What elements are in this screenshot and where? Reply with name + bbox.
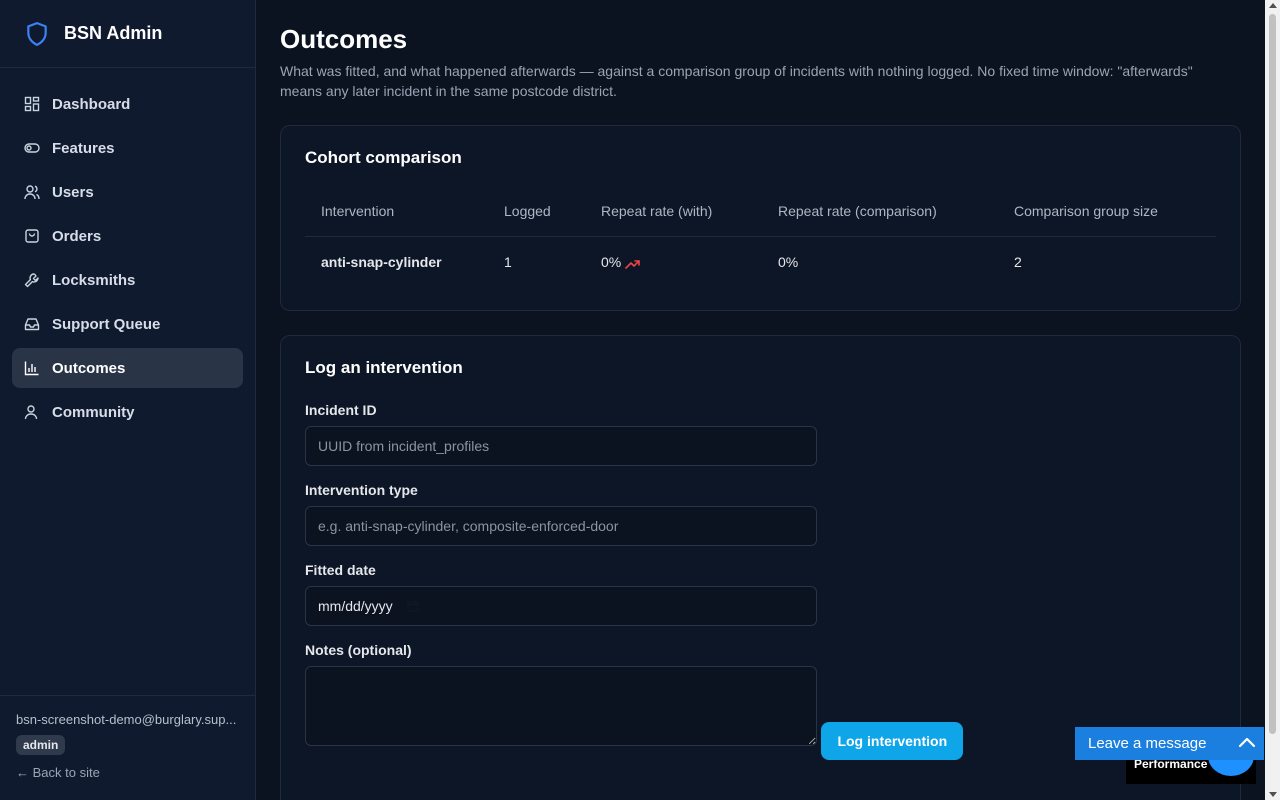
- cell-repeat-comparison: 0%: [778, 254, 799, 271]
- page-scrollbar[interactable]: [1265, 0, 1280, 800]
- sidebar-item-dashboard[interactable]: Dashboard: [12, 84, 243, 124]
- notes-label: Notes (optional): [305, 642, 412, 658]
- bag-icon: [25, 229, 39, 243]
- back-to-site-link[interactable]: ← Back to site: [16, 765, 240, 780]
- leave-message-button[interactable]: Leave a message: [1075, 727, 1264, 760]
- fitted-date-input[interactable]: mm/dd/yyyy: [305, 586, 817, 626]
- fitted-date-label: Fitted date: [305, 562, 376, 578]
- sidebar-item-users[interactable]: Users: [12, 172, 243, 212]
- intervention-type-input[interactable]: [305, 506, 817, 546]
- shield-icon: [27, 21, 47, 46]
- sidebar-item-community[interactable]: Community: [12, 392, 243, 432]
- inbox-icon: [24, 318, 40, 331]
- sidebar-footer: bsn-screenshot-demo@burglary.sup... admi…: [0, 695, 256, 800]
- toggle-icon: [24, 143, 40, 153]
- cell-group-size: 2: [1014, 254, 1022, 271]
- dashboard-icon: [24, 96, 40, 112]
- cell-intervention: anti-snap-cylinder: [321, 254, 442, 271]
- sidebar-item-label: Support Queue: [52, 315, 161, 333]
- notes-textarea[interactable]: [305, 666, 817, 746]
- sidebar-item-label: Orders: [52, 227, 102, 245]
- scrollbar-thumb[interactable]: [1269, 14, 1276, 734]
- cell-logged: 1: [504, 254, 512, 271]
- cell-repeat-with-wrap: 0%: [585, 236, 762, 288]
- incident-id-input[interactable]: [305, 426, 817, 466]
- intervention-type-label: Intervention type: [305, 482, 418, 498]
- users-icon: [24, 185, 40, 200]
- column-header: Repeat rate (with): [585, 186, 762, 237]
- chevron-up-icon: [1238, 737, 1256, 748]
- cell-repeat-with: 0%: [601, 254, 622, 271]
- sidebar-item-features[interactable]: Features: [12, 128, 243, 168]
- sidebar-item-label: Dashboard: [52, 95, 131, 113]
- scroll-down-arrow-icon[interactable]: [1269, 792, 1277, 797]
- brand[interactable]: BSN Admin: [0, 0, 255, 68]
- sidebar: BSN Admin Dashboard Features Users Order…: [0, 0, 256, 800]
- sidebar-item-label: Locksmiths: [52, 271, 136, 289]
- form-title: Log an intervention: [305, 358, 463, 377]
- page-title: Outcomes: [280, 24, 408, 54]
- sidebar-item-label: Outcomes: [52, 359, 126, 377]
- role-badge: admin: [16, 735, 66, 755]
- main-content: Outcomes What was fitted, and what happe…: [280, 0, 1241, 800]
- page-description: What was fitted, and what happened after…: [280, 63, 1193, 99]
- incident-id-label: Incident ID: [305, 402, 377, 418]
- sidebar-nav: Dashboard Features Users Orders Locksmit…: [0, 68, 255, 452]
- trending-up-icon: [625, 259, 641, 269]
- column-header: Comparison group size: [998, 186, 1216, 237]
- user-email: bsn-screenshot-demo@burglary.sup...: [16, 712, 237, 727]
- leave-message-label: Leave a message: [1088, 735, 1207, 752]
- user-icon: [24, 405, 38, 420]
- sidebar-item-locksmiths[interactable]: Locksmiths: [12, 260, 243, 300]
- bar-chart-icon: [24, 361, 39, 376]
- sidebar-item-label: Community: [52, 403, 135, 421]
- wrench-icon: [24, 273, 39, 288]
- table-header-row: Intervention Logged Repeat rate (with) R…: [305, 186, 1216, 237]
- column-header: Repeat rate (comparison): [762, 186, 998, 237]
- sidebar-item-label: Features: [52, 139, 115, 157]
- column-header: Intervention: [305, 186, 488, 237]
- scroll-up-arrow-icon[interactable]: [1269, 3, 1277, 8]
- date-placeholder: mm/dd/yyyy: [318, 598, 393, 614]
- sidebar-item-outcomes[interactable]: Outcomes: [12, 348, 243, 388]
- cohort-comparison-card: Cohort comparison Intervention Logged Re…: [280, 125, 1241, 311]
- sidebar-item-orders[interactable]: Orders: [12, 216, 243, 256]
- column-header: Logged: [488, 186, 585, 237]
- calendar-icon[interactable]: [407, 600, 419, 612]
- brand-title: BSN Admin: [64, 23, 163, 43]
- sidebar-item-support-queue[interactable]: Support Queue: [12, 304, 243, 344]
- cohort-title: Cohort comparison: [305, 148, 462, 167]
- log-intervention-button[interactable]: Log intervention: [821, 722, 964, 760]
- table-row: anti-snap-cylinder 1 0% 0% 2: [305, 236, 1216, 288]
- sidebar-item-label: Users: [52, 183, 94, 201]
- cohort-table: Intervention Logged Repeat rate (with) R…: [305, 186, 1216, 288]
